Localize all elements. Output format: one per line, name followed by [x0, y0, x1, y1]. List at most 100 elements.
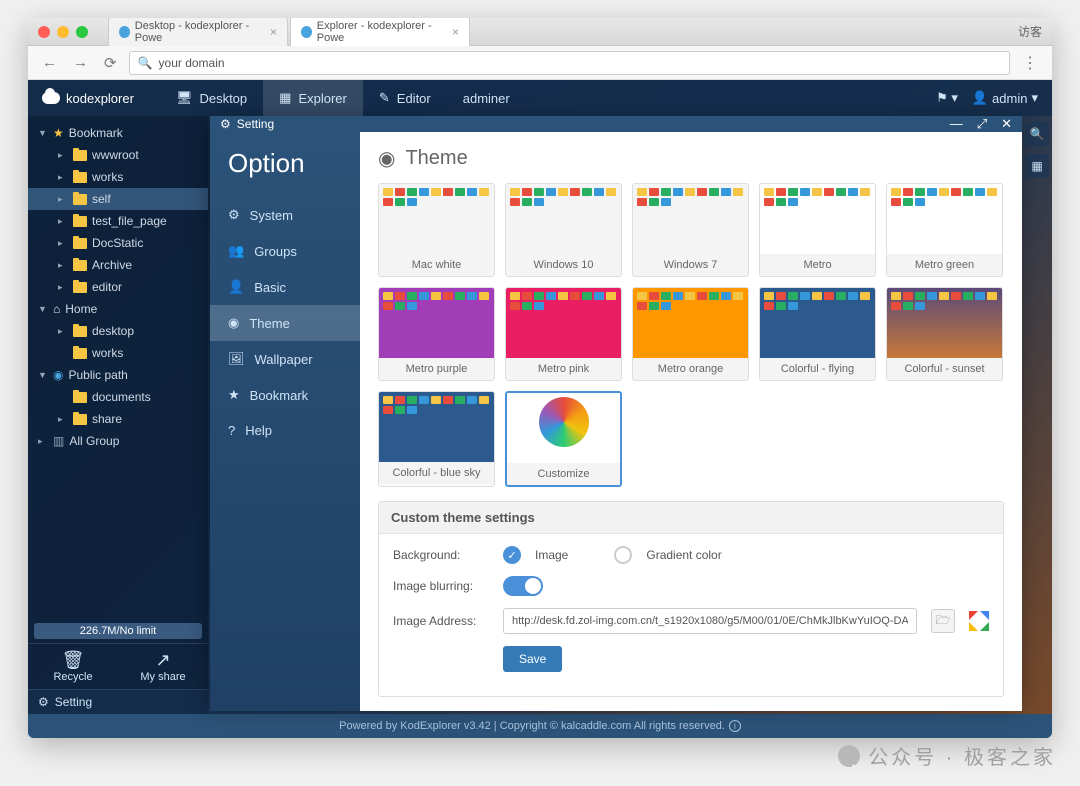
maximize-window[interactable]: [76, 26, 88, 38]
theme-card[interactable]: Metro purple: [378, 287, 495, 381]
sidebar-section-public[interactable]: ▼◉Public path: [28, 364, 208, 386]
menu-system[interactable]: ⚙ System: [210, 197, 360, 233]
image-address-input[interactable]: [503, 608, 917, 634]
url-input[interactable]: 🔍your domain: [129, 51, 1010, 75]
browser-menu-icon[interactable]: ⋮: [1018, 53, 1042, 73]
back-button[interactable]: ←: [38, 52, 61, 73]
theme-label: Metro: [760, 254, 875, 276]
close-tab-icon[interactable]: ×: [452, 25, 459, 39]
sidebar-section-allgroup[interactable]: ▸▥All Group: [28, 430, 208, 452]
theme-card[interactable]: Colorful - flying: [759, 287, 876, 381]
search-icon[interactable]: 🔍: [1025, 122, 1049, 146]
expand-icon[interactable]: ⤢: [977, 116, 987, 132]
theme-label: Windows 7: [633, 254, 748, 276]
theme-card[interactable]: Metro pink: [505, 287, 622, 381]
sidebar-item[interactable]: ▸Archive: [28, 254, 208, 276]
theme-label: Metro green: [887, 254, 1002, 276]
nav-explorer[interactable]: ▦ Explorer: [263, 80, 363, 116]
user-menu[interactable]: 👤 admin ▾: [972, 90, 1038, 106]
recycle-button[interactable]: 🗑Recycle: [28, 644, 118, 689]
blur-label: Image blurring:: [393, 579, 489, 593]
sidebar-item[interactable]: ▸wwwroot: [28, 144, 208, 166]
theme-label: Colorful - flying: [760, 358, 875, 380]
forward-button[interactable]: →: [69, 52, 92, 73]
close-icon[interactable]: ✕: [1001, 116, 1012, 132]
menu-theme[interactable]: ◉ Theme: [210, 305, 360, 341]
browse-button[interactable]: 🗁: [931, 609, 955, 633]
browser-tab[interactable]: Desktop - kodexplorer - Powe×: [108, 18, 288, 47]
sidebar-item[interactable]: ▸editor: [28, 276, 208, 298]
save-button[interactable]: Save: [503, 646, 562, 672]
view-icon[interactable]: ▦: [1025, 154, 1049, 178]
flag-menu[interactable]: ⚑ ▾: [936, 90, 958, 106]
sidebar-item[interactable]: ▸DocStatic: [28, 232, 208, 254]
theme-label: Windows 10: [506, 254, 621, 276]
theme-card[interactable]: Colorful - sunset: [886, 287, 1003, 381]
custom-theme-panel: Custom theme settings Background: Image …: [378, 501, 1004, 697]
address-bar: ← → ⟳ 🔍your domain ⋮: [28, 46, 1052, 80]
addr-label: Image Address:: [393, 614, 489, 628]
sidebar-item[interactable]: documents: [28, 386, 208, 408]
sidebar-item[interactable]: ▸share: [28, 408, 208, 430]
modal-sidebar: Option ⚙ System 👥 Groups 👤 Basic ◉ Theme…: [210, 132, 360, 711]
theme-heading: ◉Theme: [378, 146, 1004, 171]
watermark: 公众号 · 极客之家: [838, 741, 1056, 770]
modal-titlebar[interactable]: ⚙ Setting — ⤢ ✕: [210, 116, 1022, 132]
theme-card[interactable]: Metro green: [886, 183, 1003, 277]
theme-card[interactable]: Windows 10: [505, 183, 622, 277]
sidebar-item[interactable]: ▸desktop: [28, 320, 208, 342]
quota-label: 226.7M/No limit: [34, 623, 202, 639]
theme-label: Metro purple: [379, 358, 494, 380]
minimize-window[interactable]: [57, 26, 69, 38]
settings-modal: ⚙ Setting — ⤢ ✕ Option ⚙ System 👥 Groups…: [210, 116, 1022, 704]
footer: Powered by KodExplorer v3.42 | Copyright…: [28, 714, 1052, 738]
reload-button[interactable]: ⟳: [100, 52, 121, 74]
app-topbar: kodexplorer 🖥 Desktop ▦ Explorer ✎ Edito…: [28, 80, 1052, 116]
sidebar-item[interactable]: works: [28, 342, 208, 364]
menu-basic[interactable]: 👤 Basic: [210, 269, 360, 305]
info-icon[interactable]: i: [729, 720, 741, 732]
sidebar-section-bookmark[interactable]: ▼★Bookmark: [28, 122, 208, 144]
theme-card[interactable]: Mac white: [378, 183, 495, 277]
pinwheel-icon: [969, 611, 989, 631]
myshare-button[interactable]: ↗My share: [118, 644, 208, 689]
nav-desktop[interactable]: 🖥 Desktop: [160, 80, 263, 116]
theme-card[interactable]: Metro: [759, 183, 876, 277]
theme-label: Colorful - sunset: [887, 358, 1002, 380]
menu-groups[interactable]: 👥 Groups: [210, 233, 360, 269]
theme-label: Metro orange: [633, 358, 748, 380]
sidebar-item[interactable]: ▸works: [28, 166, 208, 188]
menu-bookmark[interactable]: ★ Bookmark: [210, 377, 360, 413]
menu-help[interactable]: ? Help: [210, 413, 360, 448]
close-tab-icon[interactable]: ×: [270, 25, 277, 39]
theme-card[interactable]: Windows 7: [632, 183, 749, 277]
theme-card[interactable]: Metro orange: [632, 287, 749, 381]
theme-card[interactable]: Customize: [505, 391, 622, 487]
theme-label: Customize: [507, 463, 620, 485]
close-window[interactable]: [38, 26, 50, 38]
blur-toggle[interactable]: [503, 576, 543, 596]
setting-button[interactable]: ⚙ Setting: [28, 689, 208, 714]
nav-editor[interactable]: ✎ Editor: [363, 80, 447, 116]
radio-gradient[interactable]: [614, 546, 632, 564]
minimize-icon[interactable]: —: [950, 116, 963, 132]
menu-wallpaper[interactable]: 🖼 Wallpaper: [210, 341, 360, 377]
sidebar: ▼★Bookmark ▸wwwroot ▸works ▸self ▸test_f…: [28, 116, 208, 714]
modal-title: Setting: [237, 117, 274, 131]
sidebar-item[interactable]: ▸test_file_page: [28, 210, 208, 232]
theme-label: Metro pink: [506, 358, 621, 380]
bg-label: Background:: [393, 548, 489, 562]
gear-icon: ⚙: [220, 117, 231, 131]
sidebar-item[interactable]: ▸self: [28, 188, 208, 210]
theme-card[interactable]: Colorful - blue sky: [378, 391, 495, 487]
sidebar-section-home[interactable]: ▼⌂Home: [28, 298, 208, 320]
modal-heading: Option: [210, 148, 360, 197]
nav-adminer[interactable]: adminer: [447, 80, 526, 116]
browser-tab[interactable]: Explorer - kodexplorer - Powe×: [290, 18, 470, 47]
guest-label: 访客: [1018, 23, 1042, 40]
top-nav: 🖥 Desktop ▦ Explorer ✎ Editor adminer: [160, 80, 526, 116]
theme-label: Mac white: [379, 254, 494, 276]
app-logo[interactable]: kodexplorer: [42, 91, 134, 106]
radio-image[interactable]: [503, 546, 521, 564]
theme-label: Colorful - blue sky: [379, 462, 494, 484]
